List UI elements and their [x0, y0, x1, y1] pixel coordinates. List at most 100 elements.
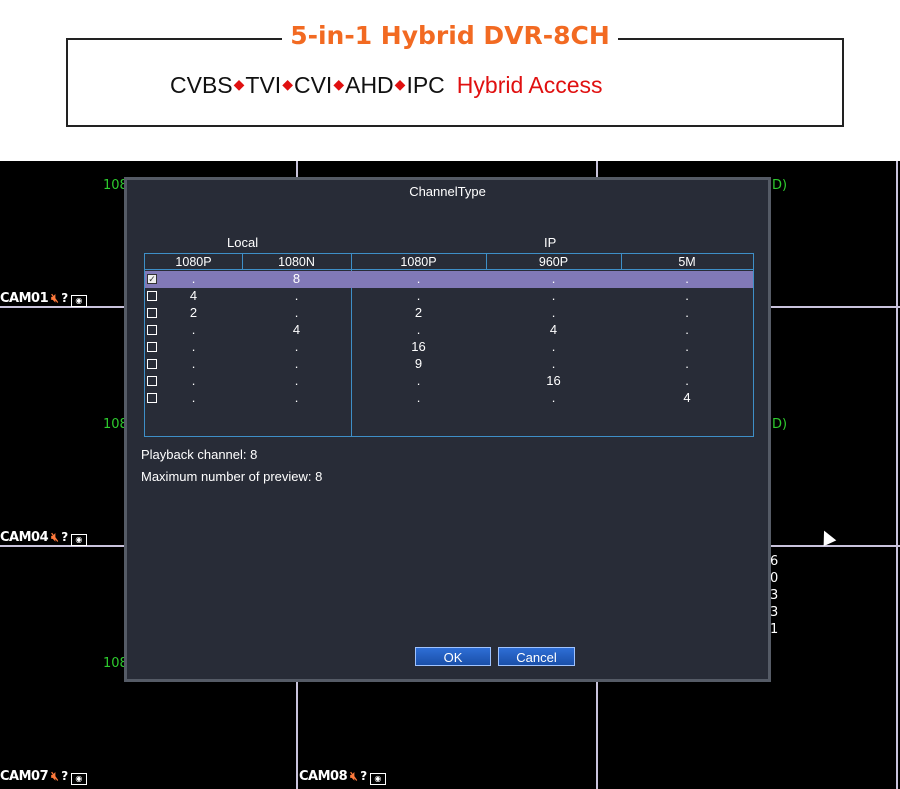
table-cell: 2 [414, 305, 423, 320]
osd-text: 0 [770, 571, 779, 586]
format-cvi: CVI [293, 72, 333, 98]
osd-text: D) [772, 417, 788, 432]
table-cell: . [416, 373, 421, 388]
group-local-label: Local [227, 235, 259, 250]
table-cell: 4 [292, 322, 301, 337]
mute-icon: 🔇︎ [51, 530, 59, 544]
format-tvi: TVI [245, 72, 282, 98]
table-cell: . [416, 390, 421, 405]
table-row[interactable]: .... 4 [145, 390, 753, 407]
diamond-icon: ◆ [282, 76, 293, 92]
table-cell: . [294, 356, 299, 371]
table-cell: . [685, 356, 689, 371]
table-cell: . [191, 356, 196, 371]
ok-button[interactable]: OK [415, 647, 491, 666]
camera-label-cam07[interactable]: CAM07 🔇︎? ◉ [0, 769, 87, 785]
question-icon: ? [61, 769, 68, 783]
table-cell: . [294, 390, 299, 405]
table-cell: . [416, 322, 421, 337]
column-divider [621, 254, 622, 270]
table-cell: . [685, 373, 689, 388]
table-row[interactable]: ✓. 8... [145, 271, 753, 288]
table-cell: . [191, 390, 196, 405]
format-ipc: IPC [406, 72, 445, 98]
table-cell: . [685, 288, 689, 303]
table-row[interactable]: .. 16.. [145, 339, 753, 356]
column-header: 1080P [145, 254, 242, 270]
osd-text: D) [772, 178, 788, 193]
osd-text: 1 [770, 622, 779, 637]
table-row[interactable]: . 4. 4. [145, 322, 753, 339]
banner-subtitle: CVBS◆TVI◆CVI◆AHD◆IPC Hybrid Access [170, 70, 603, 99]
table-cell: . [416, 271, 421, 286]
table-cell: 9 [414, 356, 423, 371]
mute-icon: 🔇︎ [350, 769, 358, 783]
format-cvbs: CVBS [170, 72, 233, 98]
table-cell: 16 [411, 339, 426, 354]
camera-name: CAM07 [0, 769, 49, 784]
table-cell: . [551, 288, 556, 303]
table-cell: 8 [292, 271, 301, 286]
table-cell: . [685, 271, 689, 286]
table-row[interactable]: ... 16. [145, 373, 753, 390]
table-cell: 2 [189, 305, 198, 320]
table-cell: . [551, 339, 556, 354]
table-cell: . [551, 390, 556, 405]
table-cell: . [685, 339, 689, 354]
channel-type-table: 1080P 1080N 1080P 960P 5M ✓. 8... 4.... 2. 2… [144, 253, 754, 437]
table-row[interactable]: 2. 2.. [145, 305, 753, 322]
table-cell: . [191, 322, 196, 337]
hybrid-access-label: Hybrid Access [456, 72, 603, 98]
table-cell: . [294, 288, 299, 303]
mute-icon: 🔇︎ [51, 291, 59, 305]
table-cell: . [294, 373, 299, 388]
table-cell: . [191, 373, 196, 388]
table-row[interactable]: 4.... [145, 288, 753, 305]
question-icon: ? [61, 530, 68, 544]
playback-channel-text: Playback channel: 8 [141, 447, 258, 462]
column-divider [486, 254, 487, 270]
table-cell: . [551, 356, 556, 371]
table-cell: . [685, 322, 689, 337]
diamond-icon: ◆ [394, 76, 406, 92]
banner-title: 5-in-1 Hybrid DVR-8CH [0, 21, 900, 51]
table-cell: 16 [546, 373, 561, 388]
column-divider [242, 254, 243, 270]
table-row[interactable]: .. 9.. [145, 356, 753, 373]
table-cell: . [294, 305, 299, 320]
table-cell: 4 [189, 288, 198, 303]
grid-divider [896, 161, 898, 789]
channel-type-dialog: ChannelType Local IP 1080P 1080N 1080P 9… [124, 177, 771, 682]
camera-name: CAM08 [299, 769, 348, 784]
cancel-button[interactable]: Cancel [498, 647, 575, 666]
camera-icon: ◉ [70, 534, 87, 546]
camera-name: CAM04 [0, 530, 49, 545]
camera-label-cam01[interactable]: CAM01 🔇︎? ◉ [0, 291, 87, 307]
osd-text: 6 [770, 554, 779, 569]
osd-text: 3 [770, 588, 779, 603]
question-icon: ? [360, 769, 367, 783]
mute-icon: 🔇︎ [51, 769, 59, 783]
max-preview-text: Maximum number of preview: 8 [141, 469, 323, 484]
table-cell: . [416, 288, 421, 303]
group-ip-label: IP [544, 235, 557, 250]
camera-label-cam04[interactable]: CAM04 🔇︎? ◉ [0, 530, 87, 546]
table-cell: 4 [549, 322, 558, 337]
table-cell: . [685, 305, 689, 320]
column-header: 5M [621, 254, 753, 270]
column-header: 1080P [351, 254, 486, 270]
column-header: 960P [486, 254, 621, 270]
camera-icon: ◉ [369, 773, 386, 785]
dialog-title: ChannelType [409, 184, 486, 199]
column-header: 1080N [242, 254, 351, 270]
camera-icon: ◉ [70, 773, 87, 785]
mouse-cursor-icon [817, 527, 837, 547]
table-cell: . [294, 339, 299, 354]
question-icon: ? [61, 291, 68, 305]
diamond-icon: ◆ [233, 76, 245, 92]
table-cell: . [551, 305, 556, 320]
format-ahd: AHD [345, 72, 394, 98]
camera-label-cam08[interactable]: CAM08 🔇︎? ◉ [299, 769, 386, 785]
table-cell: 4 [683, 390, 691, 405]
camera-name: CAM01 [0, 291, 49, 306]
